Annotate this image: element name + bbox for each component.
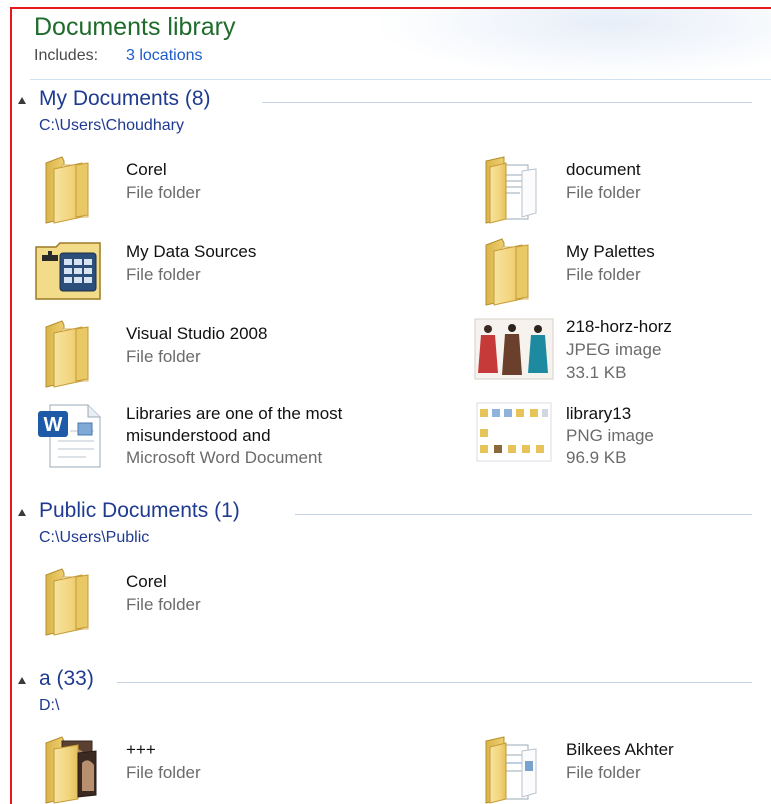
item-type: File folder xyxy=(126,265,201,284)
item-type: File folder xyxy=(126,183,201,202)
item-name: My Data Sources xyxy=(126,242,257,261)
item-name: Libraries are one of the most xyxy=(126,404,343,423)
header-divider xyxy=(30,79,771,80)
item-name: Corel xyxy=(126,160,167,179)
list-item-218-horz-horz[interactable]: 218-horz-horz JPEG image 33.1 KB xyxy=(474,317,764,397)
item-type: File folder xyxy=(566,265,641,284)
library-title: Documents library xyxy=(34,13,236,41)
item-size: 96.9 KB xyxy=(566,448,627,467)
list-item-visual-studio-2008[interactable]: Visual Studio 2008 File folder xyxy=(42,317,422,393)
item-name: library13 xyxy=(566,404,632,423)
item-type: File folder xyxy=(566,183,641,202)
collapse-arrow-icon[interactable] xyxy=(18,509,26,516)
folder-icon xyxy=(42,153,102,224)
group-title[interactable]: My Documents (8) xyxy=(39,87,219,111)
group-path[interactable]: C:\Users\Choudhary xyxy=(39,117,184,135)
library-header: Documents library Includes: 3 locations xyxy=(12,9,771,81)
list-item-bilkees-akhter[interactable]: Bilkees Akhter File folder xyxy=(482,733,762,804)
group-path[interactable]: D:\ xyxy=(39,697,59,715)
list-item-my-data-sources[interactable]: My Data Sources File folder xyxy=(34,235,424,311)
collapse-arrow-icon[interactable] xyxy=(18,97,26,104)
folder-photo-icon xyxy=(42,733,102,804)
group-title[interactable]: Public Documents (1) xyxy=(39,499,248,523)
item-name: Bilkees Akhter xyxy=(566,740,674,759)
item-name: 218-horz-horz xyxy=(566,317,672,336)
item-name: Corel xyxy=(126,572,167,591)
group-path[interactable]: C:\Users\Public xyxy=(39,529,149,547)
list-item-corel-public[interactable]: Corel File folder xyxy=(42,565,422,641)
list-item-plus[interactable]: +++ File folder xyxy=(42,733,422,804)
jpeg-thumbnail-icon xyxy=(474,317,554,387)
item-type: File folder xyxy=(126,763,201,782)
folder-document-icon xyxy=(482,733,542,804)
collapse-arrow-icon[interactable] xyxy=(18,677,26,684)
documents-library-window: Documents library Includes: 3 locations … xyxy=(10,7,771,804)
item-type: PNG image xyxy=(566,426,654,445)
folder-icon xyxy=(482,235,542,306)
item-name: Visual Studio 2008 xyxy=(126,324,268,343)
svg-text:W: W xyxy=(44,414,63,436)
includes-label: Includes: xyxy=(34,47,99,64)
item-name-line2: misunderstood and xyxy=(126,426,271,445)
png-thumbnail-icon xyxy=(476,401,552,471)
group-divider xyxy=(262,102,752,103)
item-name: +++ xyxy=(126,740,156,759)
item-type: Microsoft Word Document xyxy=(126,448,323,467)
locations-link[interactable]: 3 locations xyxy=(126,47,203,65)
folder-icon xyxy=(42,317,102,388)
data-sources-folder-icon xyxy=(34,241,101,311)
list-item-document[interactable]: document File folder xyxy=(482,153,762,229)
list-item-my-palettes[interactable]: My Palettes File folder xyxy=(482,235,762,311)
list-item-library13[interactable]: library13 PNG image 96.9 KB xyxy=(476,401,766,471)
list-item-corel[interactable]: Corel File folder xyxy=(42,153,422,229)
item-size: 33.1 KB xyxy=(566,363,627,382)
item-type: File folder xyxy=(126,347,201,366)
item-type: File folder xyxy=(566,763,641,782)
word-document-icon: W xyxy=(36,401,106,471)
item-name: My Palettes xyxy=(566,242,655,261)
group-title[interactable]: a (33) xyxy=(39,667,102,691)
folder-icon xyxy=(42,565,102,636)
item-type: File folder xyxy=(126,595,201,614)
folder-document-icon xyxy=(482,153,542,224)
header-glow xyxy=(372,9,771,79)
item-name: document xyxy=(566,160,641,179)
item-type: JPEG image xyxy=(566,340,662,359)
list-item-word-document[interactable]: W Libraries are one of the most misunder… xyxy=(36,401,456,471)
group-divider xyxy=(295,514,752,515)
group-divider xyxy=(117,682,752,683)
